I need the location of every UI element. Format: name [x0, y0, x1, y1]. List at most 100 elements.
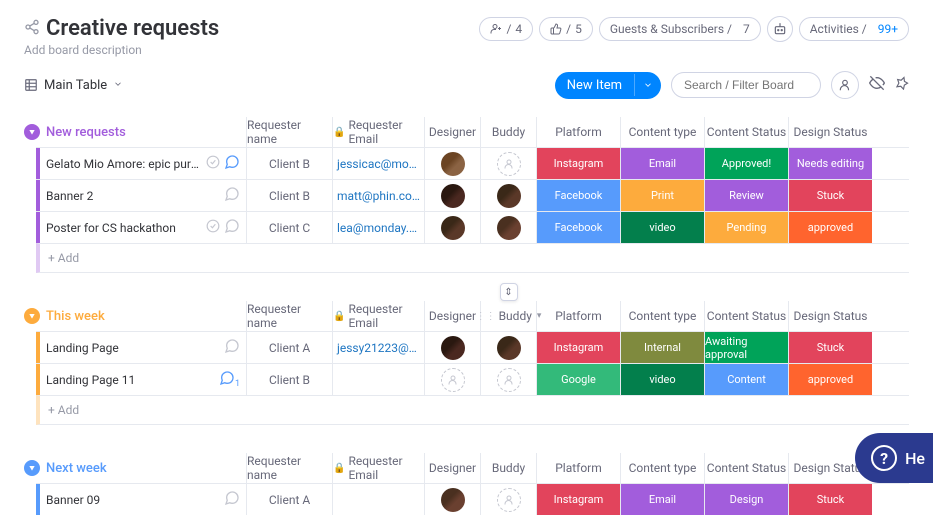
person-filter-button[interactable]: [831, 71, 859, 99]
designer-cell[interactable]: [424, 148, 480, 179]
user-avatar[interactable]: [441, 184, 465, 208]
column-header-designer[interactable]: Designer: [424, 117, 480, 147]
collapse-icon[interactable]: [24, 308, 40, 324]
item-name-cell[interactable]: Poster for CS hackathon: [36, 212, 246, 243]
guests-pill[interactable]: Guests & Subscribers / 7: [599, 17, 761, 41]
content-type-cell[interactable]: Email: [620, 484, 704, 515]
item-name-cell[interactable]: Landing Page 111: [36, 364, 246, 395]
user-avatar[interactable]: [441, 152, 465, 176]
group-title[interactable]: This week: [46, 309, 246, 324]
content-type-cell[interactable]: Print: [620, 180, 704, 211]
collapse-icon[interactable]: [24, 460, 40, 476]
board-description[interactable]: Add board description: [24, 43, 219, 57]
add-item-row[interactable]: + Add: [36, 243, 909, 273]
requester-name-cell[interactable]: Client B: [246, 148, 332, 179]
requester-email-cell[interactable]: lea@monday.com: [332, 212, 424, 243]
pin-button[interactable]: [895, 76, 909, 94]
share-icon[interactable]: [24, 19, 40, 39]
requester-name-cell[interactable]: Client B: [246, 180, 332, 211]
column-header-requester-name[interactable]: Requester name: [246, 301, 332, 331]
table-row[interactable]: Banner 09Client AInstagramEmailDesignStu…: [36, 483, 909, 515]
empty-avatar[interactable]: [497, 368, 521, 392]
item-name-cell[interactable]: Banner 2: [36, 180, 246, 211]
empty-avatar[interactable]: [497, 488, 521, 512]
column-header-content-status[interactable]: Content Status: [704, 117, 788, 147]
column-header-design-status[interactable]: Design Status: [788, 301, 872, 331]
requester-email-cell[interactable]: jessy21223@work…: [332, 332, 424, 363]
buddy-cell[interactable]: [480, 148, 536, 179]
members-pill[interactable]: /5: [539, 17, 593, 41]
search-input[interactable]: [671, 72, 821, 98]
requester-name-cell[interactable]: Client A: [246, 332, 332, 363]
table-row[interactable]: Banner 2Client Bmatt@phin.com FacebookPri…: [36, 179, 909, 211]
platform-cell[interactable]: Instagram: [536, 484, 620, 515]
column-header-content-type[interactable]: Content type: [620, 301, 704, 331]
column-header-requester-email[interactable]: 🔒Requester Email: [332, 453, 424, 483]
column-header-designer[interactable]: Designer: [424, 301, 480, 331]
empty-avatar[interactable]: [497, 152, 521, 176]
designer-cell[interactable]: [424, 212, 480, 243]
column-header-requester-name[interactable]: Requester name: [246, 453, 332, 483]
updates-icon[interactable]: [224, 338, 240, 357]
group-title[interactable]: New requests: [46, 125, 246, 140]
column-header-requester-email[interactable]: 🔒Requester Email: [332, 117, 424, 147]
column-header-buddy[interactable]: Buddy: [480, 453, 536, 483]
user-avatar[interactable]: [441, 216, 465, 240]
column-header-content-status[interactable]: Content Status: [704, 453, 788, 483]
buddy-cell[interactable]: [480, 364, 536, 395]
content-type-cell[interactable]: Internal: [620, 332, 704, 363]
column-header-buddy[interactable]: Buddy: [480, 117, 536, 147]
designer-cell[interactable]: [424, 332, 480, 363]
column-header-platform[interactable]: Platform: [536, 117, 620, 147]
platform-cell[interactable]: Facebook: [536, 180, 620, 211]
column-header-content-type[interactable]: Content type: [620, 117, 704, 147]
automations-button[interactable]: [767, 16, 793, 42]
column-header-designer[interactable]: Designer: [424, 453, 480, 483]
activities-pill[interactable]: Activities / 99+: [799, 17, 909, 41]
content-status-cell[interactable]: Approved!: [704, 148, 788, 179]
table-row[interactable]: Landing PageClient Ajessy21223@work… Inst…: [36, 331, 909, 363]
column-header-requester-email[interactable]: 🔒Requester Email: [332, 301, 424, 331]
table-row[interactable]: Gelato Mio Amore: epic pursuit of t…Clie…: [36, 147, 909, 179]
empty-avatar[interactable]: [441, 368, 465, 392]
content-status-cell[interactable]: Design: [704, 484, 788, 515]
column-header-platform[interactable]: Platform: [536, 453, 620, 483]
help-button[interactable]: ? He: [855, 433, 933, 483]
user-avatar[interactable]: [441, 336, 465, 360]
design-status-cell[interactable]: Needs editing: [788, 148, 872, 179]
user-avatar[interactable]: [497, 336, 521, 360]
column-header-buddy[interactable]: ⇕⋮⋮Buddy▾: [480, 301, 536, 331]
requester-email-cell[interactable]: [332, 484, 424, 515]
designer-cell[interactable]: [424, 180, 480, 211]
requester-email-cell[interactable]: [332, 364, 424, 395]
invited-pill[interactable]: /4: [479, 17, 533, 41]
updates-icon[interactable]: [224, 218, 240, 237]
updates-icon[interactable]: [224, 490, 240, 509]
add-item-row[interactable]: + Add: [36, 395, 909, 425]
design-status-cell[interactable]: Stuck: [788, 332, 872, 363]
board-title[interactable]: Creative requests: [46, 16, 219, 41]
column-header-content-type[interactable]: Content type: [620, 453, 704, 483]
platform-cell[interactable]: Instagram: [536, 148, 620, 179]
requester-name-cell[interactable]: Client B: [246, 364, 332, 395]
sort-icon[interactable]: ⇕: [500, 283, 518, 301]
platform-cell[interactable]: Instagram: [536, 332, 620, 363]
buddy-cell[interactable]: [480, 180, 536, 211]
updates-icon[interactable]: [224, 186, 240, 205]
requester-email-cell[interactable]: jessicac@monday…: [332, 148, 424, 179]
user-avatar[interactable]: [497, 216, 521, 240]
hide-columns-button[interactable]: [869, 75, 885, 95]
requester-email-cell[interactable]: matt@phin.com: [332, 180, 424, 211]
column-header-platform[interactable]: Platform: [536, 301, 620, 331]
view-selector[interactable]: Main Table: [24, 78, 123, 93]
design-status-cell[interactable]: approved: [788, 364, 872, 395]
table-row[interactable]: Poster for CS hackathonClient Clea@monda…: [36, 211, 909, 243]
design-status-cell[interactable]: Stuck: [788, 180, 872, 211]
requester-name-cell[interactable]: Client A: [246, 484, 332, 515]
content-status-cell[interactable]: Awaiting approval: [704, 332, 788, 363]
updates-icon[interactable]: 1: [219, 370, 240, 389]
content-type-cell[interactable]: Email: [620, 148, 704, 179]
platform-cell[interactable]: Google: [536, 364, 620, 395]
item-name-cell[interactable]: Landing Page: [36, 332, 246, 363]
designer-cell[interactable]: [424, 484, 480, 515]
